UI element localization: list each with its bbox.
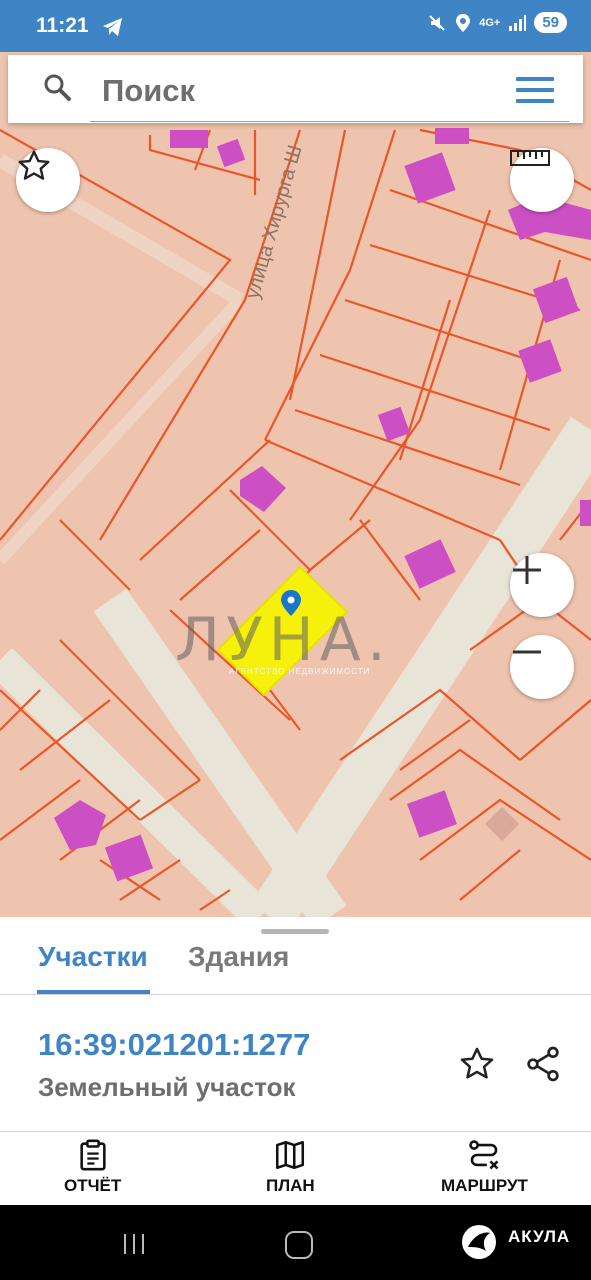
tabs-divider: [0, 994, 591, 995]
nav-report-label: ОТЧЁТ: [64, 1176, 122, 1195]
bottom-nav: ОТЧЁТ ПЛАН МАРШРУТ: [0, 1132, 591, 1205]
parcel-type: Земельный участок: [38, 1072, 296, 1102]
shark-logo-icon: [462, 1225, 496, 1259]
search-bar[interactable]: Поиск: [8, 55, 583, 123]
ruler-icon: [510, 150, 550, 166]
search-input[interactable]: Поиск: [102, 73, 195, 109]
battery-level: 59: [534, 12, 567, 33]
watermark-title: ЛУНА.: [175, 605, 392, 675]
zoom-out-button[interactable]: [510, 635, 574, 699]
recent-apps-icon[interactable]: [122, 1233, 146, 1255]
favorite-icon[interactable]: [458, 1045, 496, 1083]
clipboard-icon: [80, 1139, 106, 1171]
minus-icon: [513, 650, 541, 654]
tab-parcels[interactable]: Участки: [38, 941, 148, 973]
watermark: ЛУНА. АГЕНТСТВО НЕДВИЖИМОСТИ: [175, 605, 435, 685]
tab-buildings[interactable]: Здания: [188, 941, 289, 973]
nav-plan-label: ПЛАН: [266, 1176, 315, 1195]
menu-icon[interactable]: [516, 77, 554, 110]
network-type: 4G+: [479, 16, 501, 29]
plus-icon: [513, 556, 541, 584]
status-time: 11:21: [36, 14, 89, 37]
street-label: улица Хирурга Ш: [242, 143, 307, 302]
search-underline: [90, 121, 569, 122]
share-icon[interactable]: [523, 1044, 563, 1084]
map-view[interactable]: улица Хирурга Ш ЛУНА. АГЕНТСТВО НЕДВИЖИМ…: [0, 52, 591, 917]
unmapped-building: [485, 807, 519, 841]
map-icon: [276, 1140, 305, 1170]
star-outline-icon: [18, 150, 50, 180]
zoom-in-button[interactable]: [510, 553, 574, 617]
telegram-icon: [103, 18, 122, 36]
cadastral-number[interactable]: 16:39:021201:1277: [38, 1027, 310, 1063]
status-bar: 11:21 4G+ 59: [0, 0, 591, 52]
drag-handle[interactable]: [261, 929, 329, 934]
mute-icon: [429, 14, 445, 31]
status-icons: 4G+ 59: [427, 12, 567, 33]
system-nav-bar: АКУЛА: [0, 1205, 591, 1280]
watermark-subtitle: АГЕНТСТВО НЕДВИЖИМОСТИ: [229, 667, 371, 676]
favorite-map-button[interactable]: [16, 148, 80, 212]
location-icon: [456, 13, 471, 32]
nav-route-label: МАРШРУТ: [441, 1176, 528, 1195]
search-icon[interactable]: [42, 72, 72, 102]
nav-plan[interactable]: ПЛАН: [266, 1138, 315, 1196]
cadastral-map[interactable]: улица Хирурга Ш: [0, 52, 591, 917]
ruler-button[interactable]: [510, 148, 574, 212]
watermark-brand: АКУЛА: [508, 1227, 571, 1246]
nav-route[interactable]: МАРШРУТ: [441, 1138, 528, 1196]
signal-icon: [509, 14, 527, 31]
nav-report[interactable]: ОТЧЁТ: [64, 1138, 121, 1196]
home-button[interactable]: [285, 1231, 313, 1259]
route-icon: [469, 1140, 499, 1170]
